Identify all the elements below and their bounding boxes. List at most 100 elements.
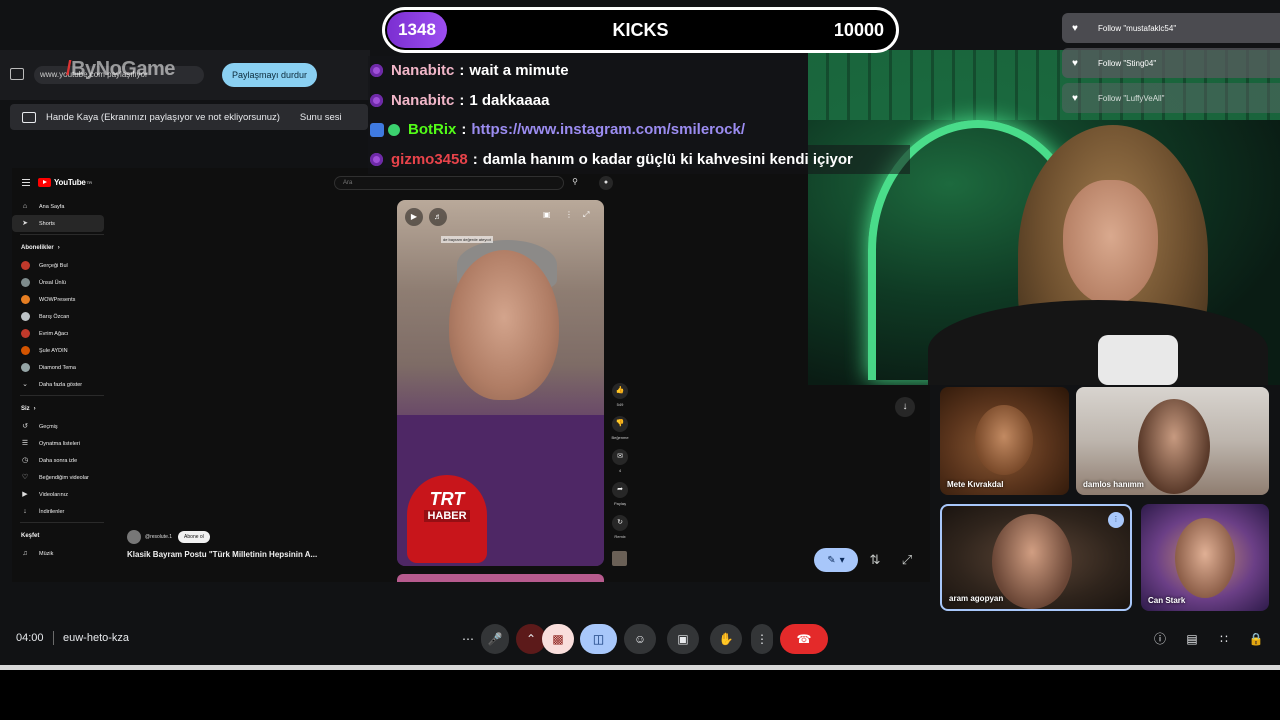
chevron-right-icon: › [33, 406, 36, 412]
mic-logo-subtext: HABER [424, 510, 470, 522]
more-audio-options-icon[interactable]: ⋯ [454, 624, 482, 654]
end-call-button[interactable]: ☎ [780, 624, 828, 654]
subscription-item[interactable]: Barış Özcan [12, 308, 112, 325]
you-header[interactable]: Siz › [12, 400, 112, 418]
sidebar-item-playlists[interactable]: ☰ Oynatma listeleri [12, 435, 112, 452]
explore-header: Keşfet [21, 533, 40, 539]
like-button[interactable]: 👍 549 [608, 383, 632, 407]
participant-tile[interactable]: damlos hanımm [1076, 387, 1269, 495]
share-button[interactable]: ➦ Paylaş [608, 482, 632, 506]
participant-tile-active-speaker[interactable]: ⋮ aram agopyan [940, 504, 1132, 611]
sidebar-item-history[interactable]: ↺ Geçmiş [12, 418, 112, 435]
presentation-audio-toggle[interactable]: Sunu sesi [300, 112, 342, 123]
like-icon: 👍 [612, 383, 628, 399]
swap-icon[interactable]: ⇅ [864, 549, 886, 571]
subscriptions-header[interactable]: Abonelikler › [12, 239, 112, 257]
next-video-arrow-icon[interactable]: ↓ [895, 397, 915, 417]
chat-text: wait a mimute [469, 62, 569, 80]
comment-button[interactable]: ✉ 4 [608, 449, 632, 473]
remix-button[interactable]: ↻ Remix [608, 515, 632, 539]
chat-separator: : [459, 91, 465, 109]
voice-search-icon[interactable]: ● [599, 176, 613, 190]
chat-text: 1 dakkaaaa [469, 91, 550, 109]
call-clock: 04:00 [16, 632, 44, 644]
divider [20, 522, 104, 523]
show-more-button[interactable]: ⌄ Daha fazla göster [12, 376, 112, 393]
share-icon: ➦ [612, 482, 628, 498]
next-short-preview[interactable] [397, 574, 604, 582]
dislike-button[interactable]: 👎 Beğenme [608, 416, 632, 440]
expand-icon[interactable]: ⤢ [896, 549, 918, 571]
chat-icon[interactable]: ▤ [1182, 629, 1202, 649]
stop-sharing-button[interactable]: Paylaşmayı durdur [222, 63, 317, 87]
subscribe-button[interactable]: Abone ol [178, 531, 210, 543]
user-badge-icon [370, 64, 383, 78]
host-controls-icon[interactable]: 🔒 [1246, 629, 1266, 649]
youtube-search-input[interactable]: Ara [334, 176, 564, 190]
meeting-code[interactable]: euw-heto-kza [63, 632, 129, 644]
divider [20, 395, 104, 396]
chat-username: gizmo3458 [391, 150, 468, 168]
meeting-info-icon[interactable]: ⓘ [1150, 629, 1170, 649]
speaking-indicator-icon: ⋮ [1108, 512, 1124, 528]
bot-badges [370, 122, 400, 137]
present-screen-button[interactable]: ◫ [580, 624, 617, 654]
shorts-video-player[interactable]: TRT HABER de bayram değerde ateyıot ▶ ♬ … [397, 200, 604, 566]
microphone-button[interactable]: 🎤 [481, 624, 509, 654]
channel-name[interactable]: @resolute.1 [145, 534, 172, 540]
play-icon[interactable]: ▶ [405, 208, 423, 226]
trt-microphone: TRT HABER [407, 475, 487, 563]
home-icon: ⌂ [22, 202, 28, 210]
sidebar-item-liked-videos[interactable]: ♡ Beğendiğim videolar [12, 469, 112, 486]
sidebar-item-your-videos[interactable]: ▶ Videolarınız [12, 486, 112, 503]
mic-logo-text: TRT [429, 489, 465, 509]
participant-video [1175, 518, 1235, 598]
channel-avatar[interactable] [127, 530, 141, 544]
presenting-text: Hande Kaya (Ekranınızı paylaşıyor ve not… [46, 111, 280, 123]
kicks-count: 1348 [387, 12, 447, 48]
sound-thumbnail[interactable] [612, 551, 627, 566]
fullscreen-icon[interactable]: ⤢ [583, 210, 589, 220]
camera-off-button[interactable]: ▩ [542, 624, 574, 654]
sidebar-item-watch-later[interactable]: ◷ Daha sonra izle [12, 452, 112, 469]
subscription-item[interactable]: WOWPresents [12, 291, 112, 308]
stream-chat-overlay: Nanabitc : wait a mimute Nanabitc : 1 da… [368, 56, 910, 174]
subscription-item[interactable]: Gerçeği Bul [12, 257, 112, 274]
channel-avatar [21, 261, 30, 270]
sidebar-item-downloads[interactable]: ↓ İndirilenler [12, 503, 112, 520]
more-vert-icon[interactable]: ⋮ [565, 210, 573, 219]
video-caption: de bayram değerde ateyıot [441, 236, 493, 243]
subscription-item[interactable]: Şule AYDIN [12, 342, 112, 359]
participant-tile[interactable]: Mete Kıvrakdal [940, 387, 1069, 495]
search-icon[interactable]: ⚲ [568, 177, 582, 189]
kicks-goal-bar: 1348 KICKS 10000 [382, 7, 899, 53]
participant-tile[interactable]: Can Stark [1141, 504, 1269, 611]
raise-hand-button[interactable]: ✋ [710, 624, 742, 654]
captions-icon[interactable]: ▣ [543, 210, 551, 219]
reactions-button[interactable]: ☺ [624, 624, 656, 654]
watermark-logo: /ByNoGame [66, 58, 175, 80]
subscription-item[interactable]: Diamond Tema [12, 359, 112, 376]
video-title[interactable]: Klasik Bayram Postu "Türk Milletinin Hep… [127, 550, 317, 559]
sidebar-item-music[interactable]: ♫ Müzik [12, 545, 112, 562]
sidebar-item-shorts[interactable]: ➤ Shorts [12, 215, 104, 232]
chevron-right-icon: › [57, 245, 60, 251]
subscription-item[interactable]: Ünsal Ünlü [12, 274, 112, 291]
activities-icon[interactable]: ∷ [1214, 629, 1234, 649]
follow-alerts: ♥ Follow "mustafaklc54" ♥ Follow "Sting04"… [1062, 13, 1280, 118]
youtube-logo[interactable]: YouTube TR [22, 178, 92, 187]
like-icon: ♡ [21, 473, 29, 481]
annotation-tool-button[interactable]: ✎ ▾ [814, 548, 858, 572]
comment-icon: ✉ [612, 449, 628, 465]
volume-icon[interactable]: ♬ [429, 208, 447, 226]
bot-badge-icon [370, 122, 384, 137]
chat-message: gizmo3458 : damla hanım o kadar güçlü ki… [368, 144, 910, 174]
watch-later-icon: ◷ [21, 456, 29, 464]
present-icon [22, 111, 36, 123]
subscription-item[interactable]: Evrim Ağacı [12, 325, 112, 342]
captions-button[interactable]: ▣ [667, 624, 699, 654]
channel-avatar [21, 346, 30, 355]
more-options-button[interactable]: ⋮ [751, 624, 773, 654]
sidebar-item-home[interactable]: ⌂ Ana Sayfa [12, 198, 112, 215]
hamburger-menu-icon[interactable] [22, 179, 30, 186]
